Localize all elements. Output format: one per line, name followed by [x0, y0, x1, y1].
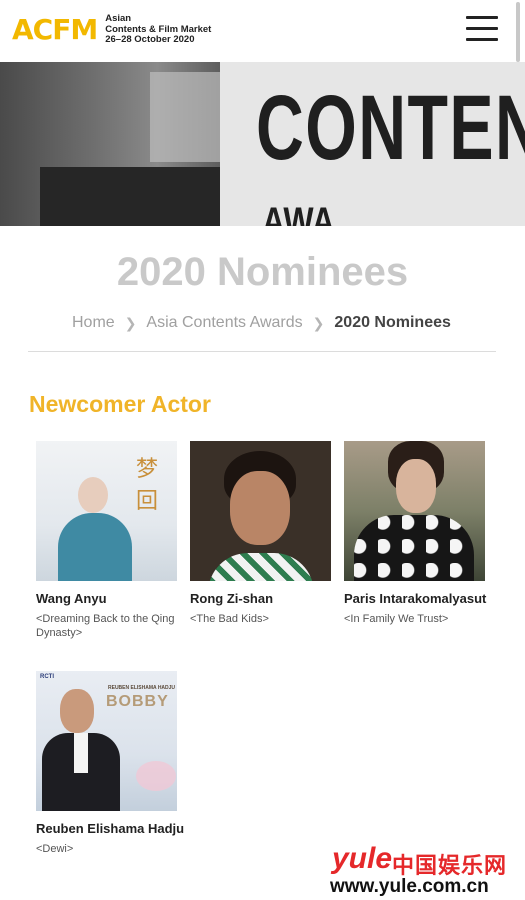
hero-sign-text-2: AWA [262, 200, 335, 226]
logo-tagline: Asian Contents & Film Market 26–28 Octob… [105, 13, 211, 46]
hamburger-menu-icon[interactable] [466, 14, 502, 44]
nominee-drama: <The Bad Kids> [190, 613, 269, 625]
breadcrumb: Home ❯ Asia Contents Awards ❯ 2020 Nomin… [72, 314, 451, 332]
logo-line-3: 26–28 October 2020 [105, 34, 195, 45]
nominee-name[interactable]: Reuben Elishama Hadju [36, 821, 184, 836]
watermark-brand: yule [332, 842, 393, 875]
nominee-photo[interactable] [344, 441, 485, 581]
nominee-card[interactable]: 梦回 Wang Anyu <Dreaming Back to the Qing … [36, 441, 178, 640]
hero-banner: CONTENT AWA [0, 62, 525, 226]
watermark-url: www.yule.com.cn [330, 876, 489, 897]
breadcrumb-home[interactable]: Home [72, 314, 115, 332]
nominee-card[interactable]: RCTI REUBEN ELISHAMA HADJU BOBBY Reuben … [36, 671, 184, 856]
divider [28, 351, 496, 352]
hero-table [40, 167, 225, 226]
nominee-drama: <In Family We Trust> [344, 613, 449, 625]
nominee-photo[interactable]: RCTI REUBEN ELISHAMA HADJU BOBBY [36, 671, 177, 811]
page-title: 2020 Nominees [116, 250, 409, 294]
site-header: ACFM Asian Contents & Film Market 26–28 … [0, 0, 525, 62]
nominee-card[interactable]: Paris Intarakomalyasut <In Family We Tru… [344, 441, 486, 626]
nominee-photo[interactable] [190, 441, 331, 581]
breadcrumb-current: 2020 Nominees [334, 314, 451, 331]
logo-wordmark: ACFM [12, 12, 98, 46]
watermark: yule 中国娱乐网 www.yule.com.cn [328, 842, 524, 898]
photo-calligraphy: 梦回 [136, 457, 159, 514]
photo-subtext: REUBEN ELISHAMA HADJU [108, 685, 176, 691]
breadcrumb-asia-contents-awards[interactable]: Asia Contents Awards [146, 314, 302, 332]
nominee-photo[interactable]: 梦回 [36, 441, 177, 581]
nominee-name[interactable]: Rong Zi-shan [190, 591, 332, 606]
hero-sign-text: CONTENT [256, 77, 525, 179]
nominee-drama: <Dreaming Back to the Qing Dynasty> [36, 613, 175, 639]
hero-window [150, 72, 220, 162]
acfm-logo[interactable]: ACFM Asian Contents & Film Market 26–28 … [12, 12, 211, 46]
nominee-name[interactable]: Paris Intarakomalyasut [344, 591, 486, 606]
photo-brand: RCTI [40, 674, 54, 680]
chevron-right-icon: ❯ [124, 314, 137, 331]
chevron-right-icon: ❯ [312, 314, 325, 331]
section-title: Newcomer Actor [29, 391, 211, 417]
nominee-name[interactable]: Wang Anyu [36, 591, 178, 606]
nominee-drama: <Dewi> [36, 843, 74, 855]
nominee-card[interactable]: Rong Zi-shan <The Bad Kids> [190, 441, 332, 626]
logo-line-1: Asian [105, 13, 132, 24]
scrollbar[interactable] [516, 2, 520, 62]
photo-title: BOBBY [106, 693, 169, 710]
